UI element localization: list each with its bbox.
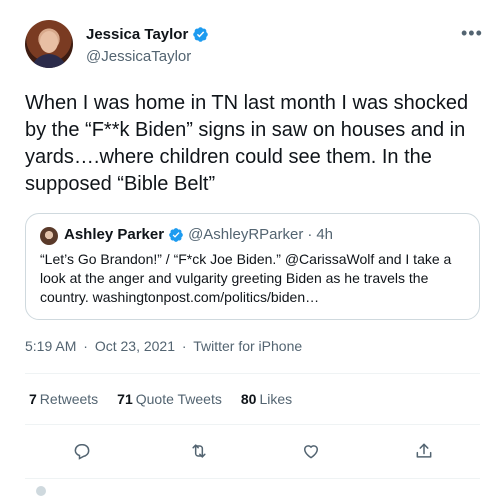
tweet-text: When I was home in TN last month I was s…: [25, 92, 469, 195]
retweet-button[interactable]: [186, 438, 212, 464]
reply-button[interactable]: [69, 438, 95, 464]
quoted-author-avatar: [40, 227, 58, 245]
retweets-count: 7: [29, 391, 37, 407]
avatar-body: [31, 54, 67, 68]
likes-count: 80: [240, 391, 257, 407]
reply-icon: [74, 444, 90, 460]
quoted-author-handle: @AshleyRParker: [188, 226, 304, 243]
heart-icon: [303, 445, 319, 459]
quoted-author-name: Ashley Parker: [64, 226, 165, 243]
tweet-time[interactable]: 5:19 AM: [25, 338, 76, 354]
retweets-stat[interactable]: 7 Retweets: [29, 391, 98, 407]
tweet-date[interactable]: Oct 23, 2021: [95, 338, 175, 354]
meta-separator-2: ·: [181, 338, 187, 354]
engagement-stats: 7 Retweets 71 Quote Tweets 80 Likes: [29, 391, 311, 407]
more-options-icon[interactable]: •••: [461, 24, 483, 42]
likes-stat[interactable]: 80 Likes: [241, 391, 292, 407]
quote-tweets-label: Quote Tweets: [135, 391, 222, 407]
next-avatar-fragment: [36, 486, 46, 496]
tweet-metadata: 5:19 AM · Oct 23, 2021 · Twitter for iPh…: [25, 338, 305, 354]
retweet-icon: [192, 444, 206, 458]
verified-badge-icon: [193, 27, 209, 42]
tweet-source[interactable]: Twitter for iPhone: [193, 338, 302, 354]
tweet-detail: Jessica Taylor @JessicaTaylor ••• When I…: [0, 0, 493, 496]
divider-end: [25, 478, 480, 479]
avatar-face: [40, 31, 58, 53]
author-display-name[interactable]: Jessica Taylor: [86, 26, 188, 43]
action-bar: [25, 438, 480, 466]
retweets-label: Retweets: [39, 391, 99, 407]
quoted-tweet-text: “Let’s Go Brandon!” / “F*ck Joe Biden.” …: [40, 251, 452, 305]
share-button[interactable]: [411, 438, 437, 464]
likes-label: Likes: [259, 391, 293, 407]
quoted-tweet-card[interactable]: Ashley Parker @AshleyRParker · 4h “Let’s…: [25, 213, 480, 320]
share-icon: [416, 443, 432, 458]
quote-tweets-count: 71: [117, 391, 133, 407]
divider-bottom: [25, 424, 480, 425]
author-name-row[interactable]: Jessica Taylor: [86, 26, 209, 43]
quoted-tweet-header: Ashley Parker @AshleyRParker · 4h: [64, 226, 333, 243]
quoted-verified-badge-icon: [169, 227, 183, 242]
quote-tweets-stat[interactable]: 71 Quote Tweets: [117, 391, 222, 407]
quoted-separator: ·: [307, 226, 313, 243]
author-avatar[interactable]: [25, 20, 73, 68]
author-handle[interactable]: @JessicaTaylor: [86, 48, 191, 65]
like-button[interactable]: [298, 438, 324, 464]
meta-separator: ·: [83, 338, 88, 354]
divider-top: [25, 373, 480, 374]
quoted-timestamp: 4h: [316, 226, 334, 243]
